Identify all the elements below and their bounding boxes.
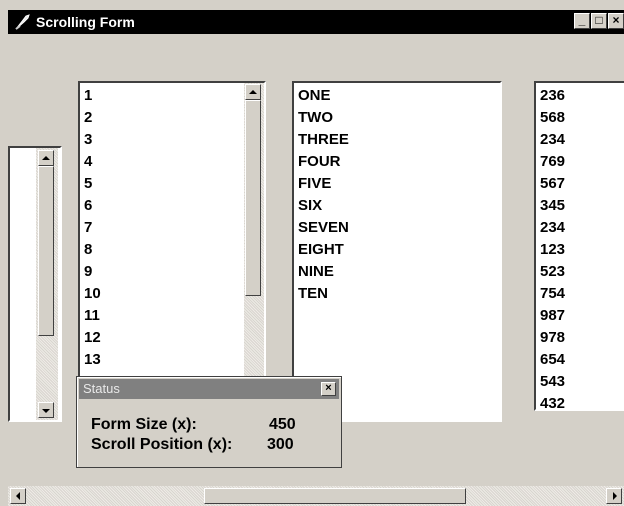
form-size-value: 450 bbox=[269, 416, 296, 433]
scroll-thumb[interactable] bbox=[38, 166, 54, 336]
list-item[interactable]: 523 bbox=[540, 261, 565, 283]
numbers-list: 1234567891011121314 bbox=[80, 85, 244, 419]
words-listbox[interactable]: ONE TWO THREE FOUR FIVE SIX SEVEN EIGHT NINE TEN bbox=[292, 81, 502, 422]
scroll-thumb[interactable] bbox=[245, 100, 261, 296]
scroll-position-label: Scroll Position (x): bbox=[91, 436, 233, 453]
list-item[interactable]: 567 bbox=[540, 173, 565, 195]
window-title: Scrolling Form bbox=[36, 14, 135, 30]
status-title-bar[interactable]: Status × bbox=[79, 379, 339, 399]
close-button[interactable]: × bbox=[608, 13, 624, 29]
list-item[interactable]: EIGHT bbox=[298, 239, 344, 261]
horizontal-scrollbar[interactable] bbox=[8, 486, 624, 506]
list-item[interactable]: 8 bbox=[84, 239, 92, 261]
values-listbox[interactable]: 236 568 234 769 567 345 234 123 523 754 987 978 654 5… bbox=[534, 81, 624, 411]
scroll-up-button[interactable] bbox=[245, 84, 261, 100]
list-item[interactable]: SEVEN bbox=[298, 217, 349, 239]
main-window: Scrolling Form _ □ × 1234567891011121314… bbox=[0, 0, 624, 506]
list-item[interactable]: 978 bbox=[540, 327, 565, 349]
scroll-up-button[interactable] bbox=[38, 150, 54, 166]
list-item[interactable]: THREE bbox=[298, 129, 349, 151]
list-item[interactable]: 432 bbox=[540, 393, 565, 409]
scroll-position-value: 300 bbox=[267, 436, 294, 453]
up-arrow-icon bbox=[249, 90, 257, 94]
list-item[interactable]: 769 bbox=[540, 151, 565, 173]
list-item[interactable]: 236 bbox=[540, 85, 565, 107]
list-item[interactable]: 568 bbox=[540, 107, 565, 129]
list-item[interactable]: FOUR bbox=[298, 151, 341, 173]
scroll-left-button[interactable] bbox=[10, 488, 26, 504]
left-vertical-scrollbar[interactable] bbox=[36, 148, 58, 420]
list-item[interactable]: NINE bbox=[298, 261, 334, 283]
list-item[interactable]: 10 bbox=[84, 283, 101, 305]
list-item[interactable]: 234 bbox=[540, 129, 565, 151]
status-close-button[interactable]: × bbox=[321, 382, 336, 396]
list-item[interactable]: 12 bbox=[84, 327, 101, 349]
list-item[interactable]: ONE bbox=[298, 85, 331, 107]
numbers-listbox[interactable]: 1234567891011121314 bbox=[78, 81, 266, 421]
horizontal-scroll-thumb[interactable] bbox=[204, 488, 466, 504]
list-item[interactable]: 345 bbox=[540, 195, 565, 217]
list-item[interactable]: 654 bbox=[540, 349, 565, 371]
down-arrow-icon bbox=[42, 409, 50, 413]
numbers-vertical-scrollbar[interactable] bbox=[244, 83, 264, 419]
list-item[interactable]: 9 bbox=[84, 261, 92, 283]
right-arrow-icon bbox=[613, 492, 617, 500]
status-window[interactable]: Status × Form Size (x): 450 Scroll Posit… bbox=[76, 376, 342, 468]
list-item[interactable]: 11 bbox=[84, 305, 100, 327]
left-arrow-icon bbox=[16, 492, 20, 500]
list-item[interactable]: 1 bbox=[84, 85, 92, 107]
app-icon bbox=[15, 14, 30, 30]
list-item[interactable]: 543 bbox=[540, 371, 565, 393]
list-item[interactable]: 13 bbox=[84, 349, 101, 371]
list-item[interactable]: 6 bbox=[84, 195, 92, 217]
title-bar[interactable]: Scrolling Form _ □ × bbox=[8, 10, 624, 34]
list-item[interactable]: 7 bbox=[84, 217, 92, 239]
maximize-button[interactable]: □ bbox=[591, 13, 607, 29]
list-item[interactable]: 754 bbox=[540, 283, 565, 305]
scroll-right-button[interactable] bbox=[606, 488, 622, 504]
minimize-button[interactable]: _ bbox=[574, 13, 590, 29]
list-item[interactable]: 123 bbox=[540, 239, 565, 261]
list-item[interactable]: FIVE bbox=[298, 173, 331, 195]
up-arrow-icon bbox=[42, 156, 50, 160]
scroll-down-button[interactable] bbox=[38, 402, 54, 418]
left-listbox[interactable] bbox=[8, 146, 62, 422]
list-item[interactable]: TWO bbox=[298, 107, 333, 129]
form-size-label: Form Size (x): bbox=[91, 416, 197, 433]
list-item[interactable]: 3 bbox=[84, 129, 92, 151]
words-list: ONE TWO THREE FOUR FIVE SIX SEVEN EIGHT NINE TEN bbox=[294, 85, 500, 420]
list-item[interactable]: 2 bbox=[84, 107, 92, 129]
list-item[interactable]: 4 bbox=[84, 151, 92, 173]
list-item[interactable]: 5 bbox=[84, 173, 92, 195]
values-list: 236 568 234 769 567 345 234 123 523 754 987 978 654 5… bbox=[536, 85, 624, 409]
list-item[interactable]: SIX bbox=[298, 195, 322, 217]
list-item[interactable]: 234 bbox=[540, 217, 565, 239]
list-item[interactable]: TEN bbox=[298, 283, 328, 305]
list-item[interactable]: 987 bbox=[540, 305, 565, 327]
status-title: Status bbox=[83, 381, 120, 396]
